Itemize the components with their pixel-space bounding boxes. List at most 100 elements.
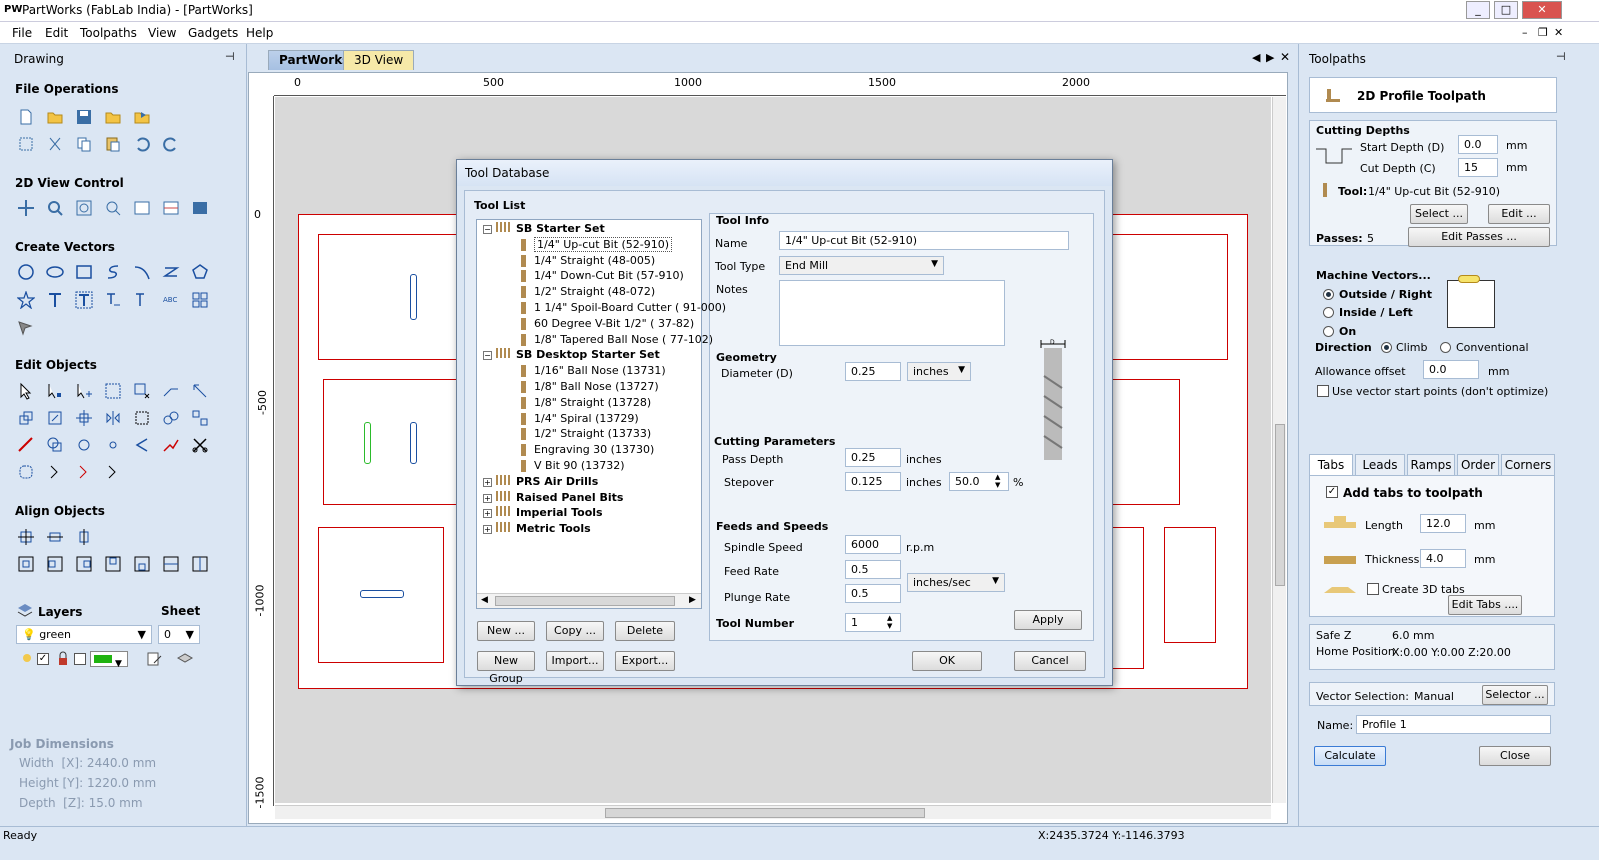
expand-icon[interactable]: +: [483, 477, 492, 487]
nest-icon[interactable]: [189, 407, 211, 429]
vector-slot-selected[interactable]: [364, 422, 371, 464]
text-arc-icon[interactable]: [131, 289, 153, 311]
menu-file[interactable]: File: [12, 26, 32, 40]
zoom-icon[interactable]: [44, 197, 66, 219]
copy-tool-button[interactable]: Copy ...: [546, 621, 604, 641]
outside-radio[interactable]: [1323, 289, 1334, 300]
group-icon[interactable]: [102, 380, 124, 402]
notes-textarea[interactable]: [779, 280, 1005, 346]
plunge-rate-input[interactable]: 0.5: [845, 584, 901, 603]
dogbone-icon[interactable]: [73, 461, 95, 483]
polyline-icon[interactable]: [102, 261, 124, 283]
align-right-icon[interactable]: [73, 553, 95, 575]
menu-edit[interactable]: Edit: [45, 26, 68, 40]
offset-icon[interactable]: [15, 461, 37, 483]
inside-radio[interactable]: [1323, 307, 1334, 318]
menu-toolpaths[interactable]: Toolpaths: [80, 26, 137, 40]
layer-manager-icon[interactable]: [174, 648, 196, 670]
edit-passes-button[interactable]: Edit Passes ...: [1408, 227, 1550, 247]
on-radio[interactable]: [1323, 326, 1334, 337]
calculate-button[interactable]: Calculate: [1314, 746, 1386, 766]
save-icon[interactable]: [73, 106, 95, 128]
tab-close-icon[interactable]: ✕: [1280, 50, 1290, 64]
vector-part[interactable]: [1112, 527, 1144, 669]
menu-view[interactable]: View: [148, 26, 176, 40]
mdi-restore-button[interactable]: ❐: [1538, 26, 1548, 39]
tree-tool-item[interactable]: 1/8" Tapered Ball Nose ( 77-102): [521, 333, 713, 346]
extend-icon[interactable]: [160, 434, 182, 456]
copy-icon[interactable]: [73, 133, 95, 155]
curve-icon[interactable]: [160, 261, 182, 283]
pin-icon[interactable]: ⊣: [225, 50, 235, 63]
menu-help[interactable]: Help: [246, 26, 273, 40]
apply-button[interactable]: Apply: [1014, 610, 1082, 630]
layer-visible-icon[interactable]: [16, 648, 38, 670]
star-icon[interactable]: [15, 289, 37, 311]
layer-properties-icon[interactable]: [143, 648, 165, 670]
export-button[interactable]: Export...: [615, 651, 675, 671]
align-horizontal-icon[interactable]: [44, 526, 66, 548]
mdi-minimize-button[interactable]: –: [1522, 26, 1528, 39]
tree-tool-item[interactable]: 1/16" Ball Nose (13731): [521, 364, 666, 378]
tree-horizontal-scrollbar[interactable]: ◀ ▶: [477, 593, 701, 608]
tool-number-input[interactable]: 1: [845, 613, 901, 632]
view-switch-icon[interactable]: [189, 197, 211, 219]
sheet-dropdown[interactable]: 0 ▼: [158, 625, 200, 644]
align-center-icon[interactable]: [15, 526, 37, 548]
select-tool-button[interactable]: Select ...: [1410, 204, 1468, 224]
expand-icon[interactable]: +: [483, 525, 492, 535]
minimize-button[interactable]: _: [1466, 1, 1490, 19]
tab-order[interactable]: Order: [1457, 454, 1499, 476]
size-icon[interactable]: [44, 407, 66, 429]
intersect-icon[interactable]: [73, 434, 95, 456]
redo-icon[interactable]: [160, 133, 182, 155]
start-depth-input[interactable]: 0.0: [1458, 135, 1498, 154]
tool-type-select[interactable]: End Mill ▼: [779, 256, 944, 275]
vector-part[interactable]: [1112, 379, 1180, 505]
node-edit-icon[interactable]: [44, 380, 66, 402]
layer-color-picker[interactable]: ▼: [90, 651, 128, 669]
tree-group[interactable]: + PRS Air Drills: [483, 474, 598, 488]
vector-part[interactable]: [323, 379, 458, 505]
arc-icon[interactable]: [131, 261, 153, 283]
tree-tool-item[interactable]: 1/2" Straight (13733): [521, 427, 651, 441]
add-tabs-checkbox[interactable]: ✓: [1326, 486, 1338, 498]
mirror-icon[interactable]: [102, 407, 124, 429]
vector-part[interactable]: [1164, 527, 1216, 643]
tab-tabs[interactable]: Tabs: [1309, 454, 1353, 476]
lock-icon[interactable]: [52, 648, 74, 670]
stepover-input[interactable]: 0.125: [845, 472, 901, 491]
length-input[interactable]: 12.0: [1420, 514, 1466, 533]
layer-lock-check[interactable]: [74, 653, 86, 665]
tree-group[interactable]: + Raised Panel Bits: [483, 490, 623, 504]
cut-depth-input[interactable]: 15: [1458, 158, 1498, 177]
join-vectors-icon[interactable]: [160, 380, 182, 402]
distort-icon[interactable]: [131, 407, 153, 429]
tree-tool-item[interactable]: 1/8" Ball Nose (13727): [521, 380, 659, 393]
align-page-center-icon[interactable]: [15, 553, 37, 575]
collapse-icon[interactable]: −: [483, 351, 492, 361]
tool-name-input[interactable]: 1/4" Up-cut Bit (52-910): [779, 231, 1069, 250]
scale-icon[interactable]: [189, 380, 211, 402]
circle-icon[interactable]: [15, 261, 37, 283]
ungroup-icon[interactable]: [131, 380, 153, 402]
tree-group[interactable]: − SB Starter Set: [483, 222, 605, 235]
center-horizontal-icon[interactable]: [160, 553, 182, 575]
angle-icon[interactable]: [131, 434, 153, 456]
stepover-spinner[interactable]: ▲ ▼: [995, 473, 1000, 489]
select-arrow-icon[interactable]: [15, 380, 37, 402]
tab-corners[interactable]: Corners: [1501, 454, 1555, 476]
feed-rate-input[interactable]: 0.5: [845, 560, 901, 579]
view-split-icon[interactable]: [160, 197, 182, 219]
delete-tool-button[interactable]: Delete: [615, 621, 675, 641]
diameter-unit-select[interactable]: inches ▼: [907, 362, 971, 381]
weld-icon[interactable]: [160, 407, 182, 429]
import-button[interactable]: Import...: [546, 651, 604, 671]
vector-part[interactable]: [318, 234, 458, 360]
tree-group[interactable]: − SB Desktop Starter Set: [483, 348, 660, 361]
climb-radio[interactable]: [1381, 342, 1392, 353]
scissors-icon[interactable]: [189, 434, 211, 456]
layer-dropdown[interactable]: 💡 green ▼: [16, 625, 152, 644]
ellipse-icon[interactable]: [44, 261, 66, 283]
expand-icon[interactable]: +: [483, 509, 492, 519]
